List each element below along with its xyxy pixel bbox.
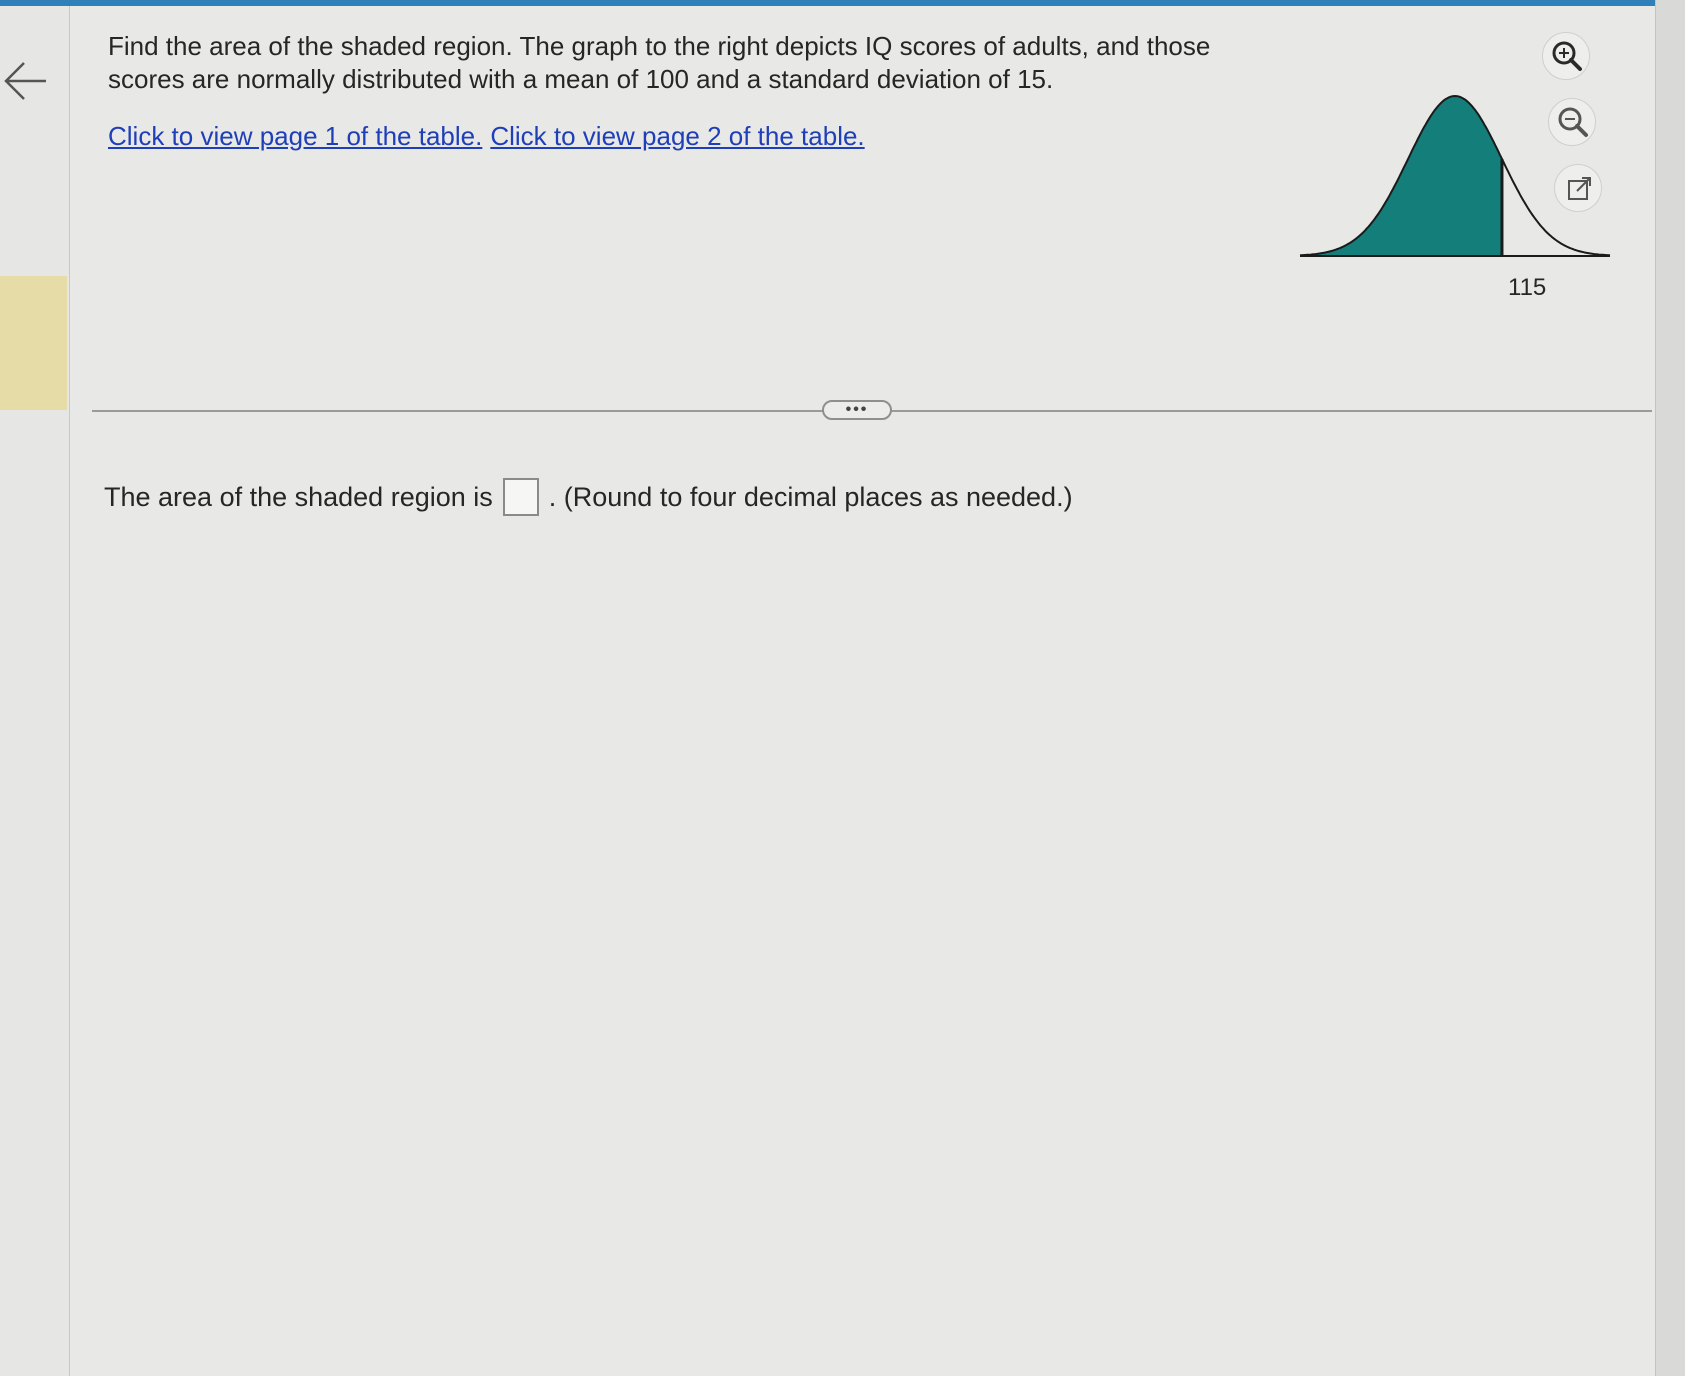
rail-highlight-marker — [0, 276, 67, 410]
cutoff-tick-label: 115 — [1508, 274, 1547, 301]
back-arrow-icon[interactable] — [2, 58, 50, 104]
table-page-1-link[interactable]: Click to view page 1 of the table. — [108, 121, 482, 151]
zoom-in-icon — [1552, 41, 1582, 71]
right-edge-frame — [1655, 0, 1685, 1376]
answer-input[interactable] — [502, 478, 539, 516]
popout-button[interactable] — [1554, 164, 1602, 212]
table-page-2-link[interactable]: Click to view page 2 of the table. — [490, 121, 864, 151]
question-text: Find the area of the shaded region. The … — [108, 31, 1211, 94]
popout-icon — [1568, 177, 1591, 200]
answer-prefix: The area of the shaded region is — [104, 482, 493, 512]
question-panel: Find the area of the shaded region. The … — [70, 6, 1655, 1376]
answer-suffix: . (Round to four decimal places as neede… — [548, 482, 1073, 512]
zoom-out-icon — [1558, 107, 1588, 137]
zoom-in-button[interactable] — [1542, 32, 1590, 80]
shaded-region — [1300, 96, 1502, 256]
answer-row: The area of the shaded region is . (Roun… — [104, 478, 1073, 516]
table-links: Click to view page 1 of the table. Click … — [108, 120, 865, 153]
left-rail — [0, 6, 70, 1376]
zoom-out-button[interactable] — [1548, 98, 1596, 146]
expand-more-button[interactable]: ••• — [822, 400, 892, 420]
